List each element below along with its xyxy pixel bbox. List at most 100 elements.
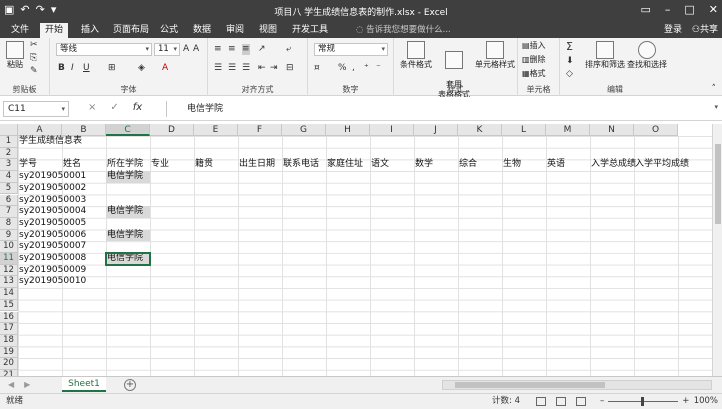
- cell-a7[interactable]: sy2019050004: [18, 206, 106, 218]
- select-all-corner[interactable]: [0, 124, 18, 136]
- cell-o3[interactable]: 入学平均成绩: [634, 159, 722, 171]
- increase-font-icon[interactable]: A: [183, 44, 189, 55]
- name-box[interactable]: C11 ▾: [3, 101, 69, 117]
- zoom-slider-knob[interactable]: [641, 397, 645, 406]
- align-left-icon[interactable]: ☰: [214, 63, 222, 74]
- row-header[interactable]: 14: [0, 288, 18, 300]
- tab-data[interactable]: 数据: [188, 23, 216, 38]
- worksheet-grid[interactable]: ABCDEFGHIJKLMNO 1 2 3 4 5 6 7 8 9 10 11 12 13 14 15 16 1…: [0, 124, 722, 376]
- cell-c7[interactable]: 电信学院: [106, 206, 150, 218]
- orientation-icon[interactable]: ↗: [258, 44, 266, 55]
- column-header[interactable]: B: [62, 124, 106, 136]
- sheet-tab[interactable]: Sheet1: [62, 377, 106, 392]
- cell-a1[interactable]: 学生成绩信息表: [18, 136, 106, 148]
- zoom-in-icon[interactable]: +: [682, 394, 689, 409]
- bold-button[interactable]: B: [58, 63, 65, 74]
- align-right-icon[interactable]: ☰: [242, 63, 250, 74]
- row-header[interactable]: 13: [0, 276, 18, 289]
- cell-c9[interactable]: 电信学院: [106, 229, 150, 242]
- align-middle-icon[interactable]: ≡: [228, 44, 236, 55]
- tab-view[interactable]: 视图: [254, 23, 282, 38]
- column-header[interactable]: A: [18, 124, 62, 136]
- column-header[interactable]: M: [546, 124, 590, 136]
- row-header[interactable]: 3: [0, 159, 18, 172]
- page-break-view-icon[interactable]: [576, 397, 586, 406]
- column-header[interactable]: G: [282, 124, 326, 136]
- currency-icon[interactable]: ¤: [314, 63, 320, 74]
- italic-button[interactable]: I: [71, 63, 74, 74]
- zoom-level[interactable]: 100%: [694, 394, 718, 409]
- decrease-indent-icon[interactable]: ⇤: [258, 63, 266, 74]
- percent-button[interactable]: %: [338, 63, 347, 74]
- ribbon-display-icon[interactable]: ▭: [640, 3, 650, 16]
- cell-a6[interactable]: sy2019050003: [18, 195, 106, 207]
- clear-icon[interactable]: ◇: [566, 69, 573, 80]
- insert-function-icon[interactable]: fx: [133, 102, 142, 113]
- align-center-icon[interactable]: ☰: [228, 63, 236, 74]
- tab-review[interactable]: 审阅: [221, 23, 249, 38]
- align-top-icon[interactable]: ≡: [214, 44, 222, 55]
- row-header[interactable]: 4: [0, 171, 18, 183]
- cancel-icon[interactable]: ×: [88, 102, 96, 113]
- decrease-decimal-icon[interactable]: ⁻: [376, 63, 381, 74]
- row-header[interactable]: 15: [0, 299, 18, 312]
- zoom-out-icon[interactable]: –: [600, 394, 604, 409]
- row-header[interactable]: 17: [0, 323, 18, 335]
- autosum-button[interactable]: Σ: [566, 41, 573, 52]
- row-header[interactable]: 2: [0, 147, 18, 160]
- cell-c11[interactable]: 电信学院: [105, 252, 151, 266]
- column-header[interactable]: E: [194, 124, 238, 136]
- expand-formula-bar-icon[interactable]: ▾: [714, 103, 718, 111]
- cell-area[interactable]: 学生成绩信息表 学号 姓名 所在学院 专业 籍贯 出生日期 联系电话 家庭住址 语文 数学 综合 生物英…: [18, 136, 712, 376]
- column-header[interactable]: K: [458, 124, 502, 136]
- tab-file[interactable]: 文件: [6, 23, 34, 38]
- format-painter-icon[interactable]: ✎: [30, 66, 38, 77]
- decrease-font-icon[interactable]: A: [193, 44, 199, 55]
- sign-in-link[interactable]: 登录: [664, 23, 682, 37]
- column-header[interactable]: J: [414, 124, 458, 136]
- row-header[interactable]: 19: [0, 346, 18, 359]
- column-header[interactable]: N: [590, 124, 634, 136]
- row-header[interactable]: 16: [0, 311, 18, 324]
- cell-a11[interactable]: sy2019050008: [18, 253, 106, 265]
- format-cells-button[interactable]: ▦格式: [522, 69, 546, 79]
- row-header[interactable]: 1: [0, 136, 18, 148]
- row-header[interactable]: 11: [0, 253, 18, 265]
- font-color-icon[interactable]: A: [162, 63, 168, 74]
- row-header[interactable]: 10: [0, 241, 18, 253]
- sheet-nav-arrows[interactable]: ◀▶: [8, 380, 40, 389]
- underline-button[interactable]: U: [83, 63, 90, 74]
- column-header[interactable]: I: [370, 124, 414, 136]
- row-header[interactable]: 9: [0, 229, 18, 242]
- add-sheet-button[interactable]: +: [124, 379, 136, 391]
- cell-a12[interactable]: sy2019050009: [18, 265, 106, 277]
- copy-icon[interactable]: ⎘: [30, 53, 37, 64]
- column-header[interactable]: C: [106, 124, 150, 136]
- column-header[interactable]: D: [150, 124, 194, 136]
- comma-button[interactable]: ,: [352, 63, 355, 74]
- font-size-select[interactable]: 11 ▾: [154, 43, 180, 56]
- increase-indent-icon[interactable]: ⇥: [270, 63, 278, 74]
- font-name-select[interactable]: 等线 ▾: [56, 43, 152, 56]
- row-header[interactable]: 6: [0, 194, 18, 207]
- tab-home[interactable]: 开始: [40, 23, 69, 38]
- column-header[interactable]: H: [326, 124, 370, 136]
- find-select-button[interactable]: 查找和选择: [626, 41, 668, 70]
- column-header[interactable]: F: [238, 124, 282, 136]
- borders-icon[interactable]: ⊞: [108, 63, 116, 74]
- fill-icon[interactable]: ⬇: [566, 56, 574, 67]
- row-header[interactable]: 5: [0, 182, 18, 195]
- cell-a8[interactable]: sy2019050005: [18, 218, 106, 230]
- cell-a9[interactable]: sy2019050006: [18, 230, 106, 242]
- share-button[interactable]: ⚇共享: [692, 23, 718, 37]
- cell-styles-button[interactable]: 单元格样式: [474, 41, 516, 70]
- enter-icon[interactable]: ✓: [110, 102, 118, 113]
- cell-a13[interactable]: sy2019050010: [18, 276, 106, 288]
- row-header[interactable]: 12: [0, 264, 18, 277]
- zoom-slider[interactable]: [608, 397, 679, 406]
- tab-insert[interactable]: 插入: [76, 23, 104, 38]
- vertical-scrollbar[interactable]: [712, 124, 722, 376]
- cell-a10[interactable]: sy2019050007: [18, 241, 106, 253]
- cell-c4[interactable]: 电信学院: [106, 171, 150, 183]
- vertical-scroll-thumb[interactable]: [715, 144, 721, 224]
